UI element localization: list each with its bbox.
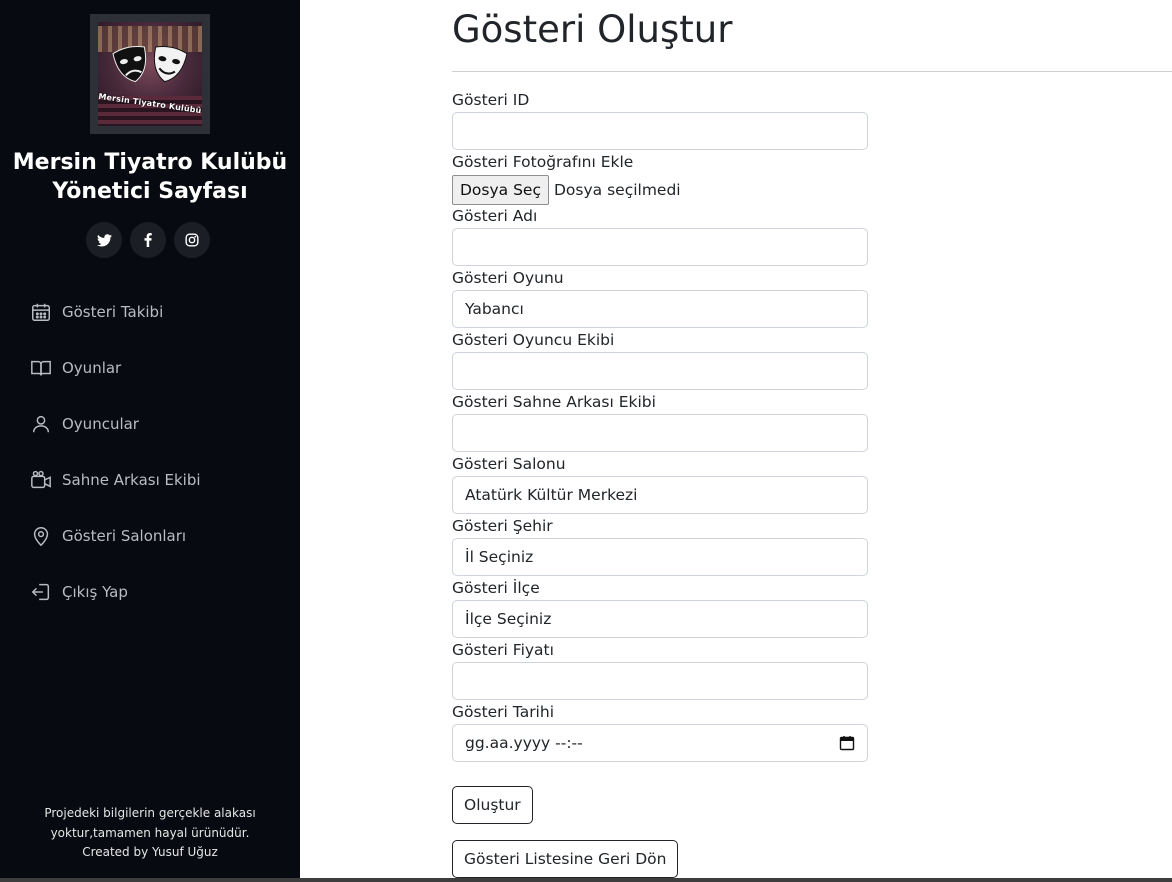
show-name-label: Gösteri Adı	[452, 207, 538, 225]
show-price-input[interactable]	[452, 662, 868, 700]
back-to-list-button[interactable]: Gösteri Listesine Geri Dön	[452, 840, 679, 878]
show-crew-input[interactable]	[452, 414, 868, 452]
book-icon	[31, 360, 51, 376]
footer-line: yoktur,tamamen hayal ürünüdür.	[50, 825, 250, 840]
site-title: Mersin Tiyatro Kulübü Yönetici Sayfası	[0, 148, 300, 206]
show-id-label: Gösteri ID	[452, 91, 530, 109]
show-price-label: Gösteri Fiyatı	[452, 641, 554, 659]
calendar-icon	[32, 303, 50, 321]
logo[interactable]: Mersin Tiyatro Kulübü	[90, 14, 210, 134]
show-crew-label: Gösteri Sahne Arkası Ekibi	[452, 393, 656, 411]
bottom-edge	[0, 878, 1172, 882]
site-title-line1: Mersin Tiyatro Kulübü	[12, 150, 288, 175]
sidebar-item-cikis-yap[interactable]: Çıkış Yap	[30, 564, 201, 620]
show-city-select[interactable]: İl Seçiniz	[452, 538, 868, 576]
twitter-icon	[96, 233, 112, 246]
show-photo-file-input: Dosya Seç Dosya seçilmedi	[452, 174, 868, 206]
page-title: Gösteri Oluştur	[452, 8, 733, 51]
show-id-input[interactable]	[452, 112, 868, 150]
show-hall-label: Gösteri Salonu	[452, 455, 566, 473]
show-date-label: Gösteri Tarihi	[452, 703, 554, 721]
instagram-link[interactable]	[174, 222, 210, 258]
sidebar-nav: Gösteri Takibi Oyunlar Oyuncular Sahne A…	[30, 284, 201, 620]
footer-line: Projedeki bilgilerin gerçekle alakası	[44, 806, 256, 820]
calendar-picker-icon[interactable]	[839, 735, 855, 751]
facebook-link[interactable]	[130, 222, 166, 258]
sidebar: Mersin Tiyatro Kulübü Mersin Tiyatro Kul…	[0, 0, 300, 878]
date-placeholder: gg.aa.yyyy --:--	[465, 734, 583, 752]
sidebar-item-oyuncular[interactable]: Oyuncular	[30, 396, 201, 452]
show-play-select[interactable]: Yabancı	[452, 290, 868, 328]
show-district-select[interactable]: İlçe Seçiniz	[452, 600, 868, 638]
show-hall-select[interactable]: Atatürk Kültür Merkezi	[452, 476, 868, 514]
show-cast-input[interactable]	[452, 352, 868, 390]
social-links	[86, 222, 210, 258]
instagram-icon	[185, 233, 199, 247]
sidebar-item-oyunlar[interactable]: Oyunlar	[30, 340, 201, 396]
show-district-label: Gösteri İlçe	[452, 579, 540, 597]
site-title-line2: Yönetici Sayfası	[52, 179, 248, 204]
facebook-icon	[144, 233, 152, 247]
user-icon	[32, 415, 50, 433]
footer-note: Projedeki bilgilerin gerçekle alakası yo…	[0, 804, 300, 863]
file-status-text: Dosya seçilmedi	[554, 181, 681, 199]
video-camera-icon	[31, 470, 51, 489]
choose-file-button[interactable]: Dosya Seç	[452, 175, 549, 205]
sidebar-item-label: Oyuncular	[62, 415, 139, 433]
footer-credit: Created by Yusuf Uğuz	[82, 845, 218, 859]
sidebar-item-label: Gösteri Salonları	[62, 527, 187, 545]
sidebar-item-gosteri-salonlari[interactable]: Gösteri Salonları	[30, 508, 201, 564]
main-content: Gösteri Oluştur Gösteri ID Gösteri Fotoğ…	[300, 0, 1172, 882]
sidebar-item-sahne-arkasi-ekibi[interactable]: Sahne Arkası Ekibi	[30, 452, 201, 508]
theatre-masks-icon	[112, 45, 188, 83]
show-city-label: Gösteri Şehir	[452, 517, 553, 535]
show-date-input[interactable]: gg.aa.yyyy --:--	[452, 724, 868, 762]
show-photo-label: Gösteri Fotoğrafını Ekle	[452, 153, 634, 171]
logo-image: Mersin Tiyatro Kulübü	[98, 22, 202, 126]
sidebar-item-label: Çıkış Yap	[62, 583, 128, 601]
logout-icon	[31, 583, 50, 601]
create-button[interactable]: Oluştur	[452, 786, 533, 824]
create-show-form: Gösteri ID Gösteri Fotoğrafını Ekle Dosy…	[452, 90, 868, 764]
show-cast-label: Gösteri Oyuncu Ekibi	[452, 331, 615, 349]
sidebar-item-label: Oyunlar	[62, 359, 122, 377]
twitter-link[interactable]	[86, 222, 122, 258]
title-divider	[452, 71, 1172, 72]
sidebar-item-gosteri-takibi[interactable]: Gösteri Takibi	[30, 284, 201, 340]
map-pin-icon	[33, 527, 49, 547]
sidebar-item-label: Gösteri Takibi	[62, 303, 164, 321]
show-name-input[interactable]	[452, 228, 868, 266]
sidebar-item-label: Sahne Arkası Ekibi	[62, 471, 201, 489]
show-play-label: Gösteri Oyunu	[452, 269, 564, 287]
